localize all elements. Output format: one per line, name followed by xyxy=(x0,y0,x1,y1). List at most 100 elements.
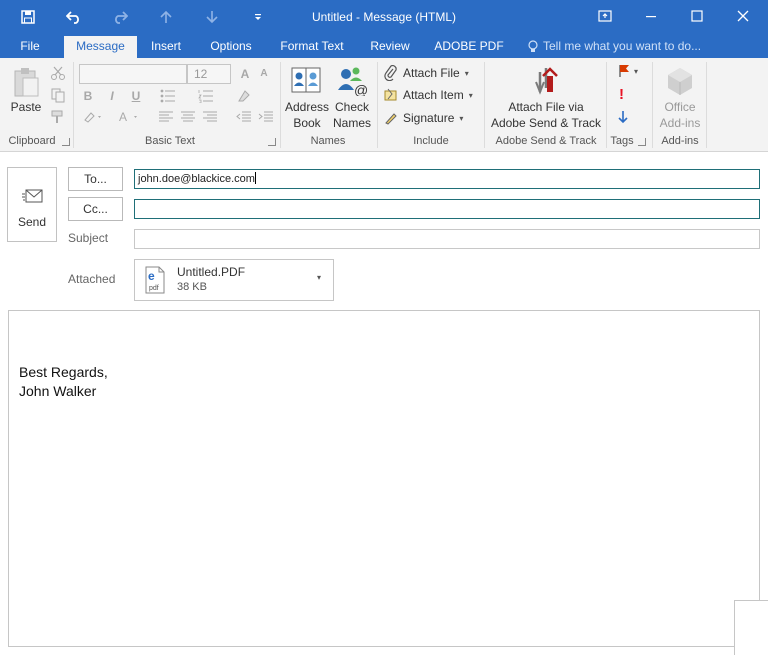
to-field[interactable]: john.doe@blackice.com xyxy=(134,169,760,189)
tab-review[interactable]: Review xyxy=(362,36,418,58)
signature-line-2: John Walker xyxy=(19,383,97,399)
cc-button[interactable]: Cc... xyxy=(68,197,123,221)
check-names-icon[interactable]: @ xyxy=(336,66,368,99)
attachment-dropdown-icon[interactable]: ▾ xyxy=(317,273,321,282)
office-addins-button-line1[interactable]: Office xyxy=(656,99,704,115)
attach-item-icon xyxy=(384,88,397,101)
attachment-name: Untitled.PDF xyxy=(177,265,246,279)
send-envelope-icon xyxy=(22,189,43,203)
check-names-button-line1[interactable]: Check xyxy=(330,99,374,115)
group-label-tags: Tags xyxy=(610,135,634,147)
basic-text-launcher-icon[interactable] xyxy=(268,138,276,146)
subject-field[interactable] xyxy=(134,229,760,249)
paperclip-icon xyxy=(384,65,397,81)
tab-file[interactable]: File xyxy=(10,36,50,58)
send-button[interactable]: Send xyxy=(7,167,57,242)
attach-item-dropdown-icon: ▾ xyxy=(468,90,473,100)
tab-format-text[interactable]: Format Text xyxy=(272,36,352,58)
paste-icon[interactable] xyxy=(12,66,40,98)
increase-indent-icon[interactable] xyxy=(258,111,274,126)
signature-dropdown-icon: ▾ xyxy=(459,113,464,123)
follow-up-flag-button[interactable]: ▾ xyxy=(618,64,638,78)
cc-field[interactable] xyxy=(134,199,760,219)
window-resize-corner[interactable] xyxy=(734,600,768,655)
attach-file-button[interactable]: Attach File ▾ xyxy=(384,65,469,81)
cut-icon[interactable] xyxy=(50,65,66,84)
signature-button[interactable]: Signature ▾ xyxy=(384,111,463,125)
group-separator xyxy=(280,62,281,148)
attach-file-via-adobe-button-line2[interactable]: Adobe Send & Track xyxy=(490,115,602,131)
attachment-item[interactable]: e pdf Untitled.PDF 38 KB ▾ xyxy=(134,259,334,301)
group-label-basic-text: Basic Text xyxy=(145,135,195,147)
tab-options[interactable]: Options xyxy=(200,36,262,58)
minimize-icon[interactable] xyxy=(636,4,666,28)
group-label-names: Names xyxy=(310,135,346,147)
title-bar: Untitled - Message (HTML) xyxy=(0,0,768,36)
attach-file-label: Attach File xyxy=(403,66,460,80)
tab-insert[interactable]: Insert xyxy=(140,36,192,58)
signature-icon xyxy=(385,113,397,125)
svg-text:A: A xyxy=(119,110,127,124)
low-importance-icon[interactable] xyxy=(618,110,628,127)
address-book-icon[interactable] xyxy=(290,66,322,97)
bullets-icon[interactable] xyxy=(160,89,176,106)
office-addins-button-line2[interactable]: Add-ins xyxy=(656,115,704,131)
tab-adobe-pdf[interactable]: ADOBE PDF xyxy=(426,36,512,58)
attached-label: Attached xyxy=(68,272,116,286)
align-center-icon[interactable] xyxy=(180,111,196,126)
grow-font-icon[interactable]: A xyxy=(237,66,253,82)
group-label-include: Include xyxy=(413,135,449,147)
attach-item-label: Attach Item xyxy=(403,88,464,102)
flag-icon xyxy=(619,65,629,77)
close-icon[interactable] xyxy=(728,4,758,28)
font-color-icon[interactable]: A xyxy=(118,110,140,127)
clear-formatting-icon[interactable] xyxy=(236,89,252,106)
tags-launcher-icon[interactable] xyxy=(638,138,646,146)
align-left-icon[interactable] xyxy=(158,111,174,126)
underline-icon[interactable]: U xyxy=(128,88,144,104)
attach-file-via-adobe-button-line1[interactable]: Attach File via xyxy=(490,99,602,115)
shrink-font-icon[interactable]: A xyxy=(256,66,272,82)
ribbon-display-options-icon[interactable] xyxy=(590,4,620,28)
text-caret xyxy=(254,172,256,184)
adobe-send-track-icon[interactable] xyxy=(530,64,560,99)
message-body-editor[interactable]: Best Regards, John Walker xyxy=(8,310,760,647)
font-name-box[interactable] xyxy=(79,64,187,84)
group-separator xyxy=(652,62,653,148)
office-addins-icon[interactable] xyxy=(666,66,694,99)
group-label-addins: Add-ins xyxy=(661,135,699,147)
address-book-button-line2[interactable]: Book xyxy=(282,115,332,131)
bold-icon[interactable]: B xyxy=(80,88,96,104)
signature-line-1: Best Regards, xyxy=(19,364,108,380)
decrease-indent-icon[interactable] xyxy=(236,111,252,126)
paste-button[interactable]: Paste xyxy=(6,99,46,115)
high-importance-icon[interactable]: ! xyxy=(619,87,624,103)
italic-icon[interactable]: I xyxy=(104,88,120,104)
clipboard-launcher-icon[interactable] xyxy=(62,138,70,146)
tell-me-search[interactable]: Tell me what you want to do... xyxy=(528,39,701,53)
align-right-icon[interactable] xyxy=(202,111,218,126)
format-painter-icon[interactable] xyxy=(50,109,66,128)
group-separator xyxy=(484,62,485,148)
font-size-box[interactable]: 12 xyxy=(187,64,231,84)
flag-dropdown-icon: ▾ xyxy=(634,66,639,76)
svg-text:pdf: pdf xyxy=(149,285,159,292)
svg-text:e: e xyxy=(148,269,155,283)
attach-item-button[interactable]: Attach Item ▾ xyxy=(384,88,473,102)
highlight-icon[interactable] xyxy=(82,110,104,127)
lightbulb-icon xyxy=(528,39,538,52)
attachment-size: 38 KB xyxy=(177,281,207,293)
check-names-button-line2[interactable]: Names xyxy=(330,115,374,131)
maximize-icon[interactable] xyxy=(682,4,712,28)
ribbon-tabs: File Message Insert Options Format Text … xyxy=(0,36,768,58)
signature-block: Best Regards, John Walker xyxy=(19,363,108,401)
group-separator xyxy=(706,62,707,148)
send-label: Send xyxy=(17,215,47,229)
address-book-button-line1[interactable]: Address xyxy=(282,99,332,115)
tell-me-text: Tell me what you want to do... xyxy=(543,39,702,53)
to-button[interactable]: To... xyxy=(68,167,123,191)
tab-message[interactable]: Message xyxy=(64,36,137,58)
numbering-icon[interactable] xyxy=(198,89,214,106)
copy-icon[interactable] xyxy=(50,87,66,106)
signature-label: Signature xyxy=(403,111,455,125)
